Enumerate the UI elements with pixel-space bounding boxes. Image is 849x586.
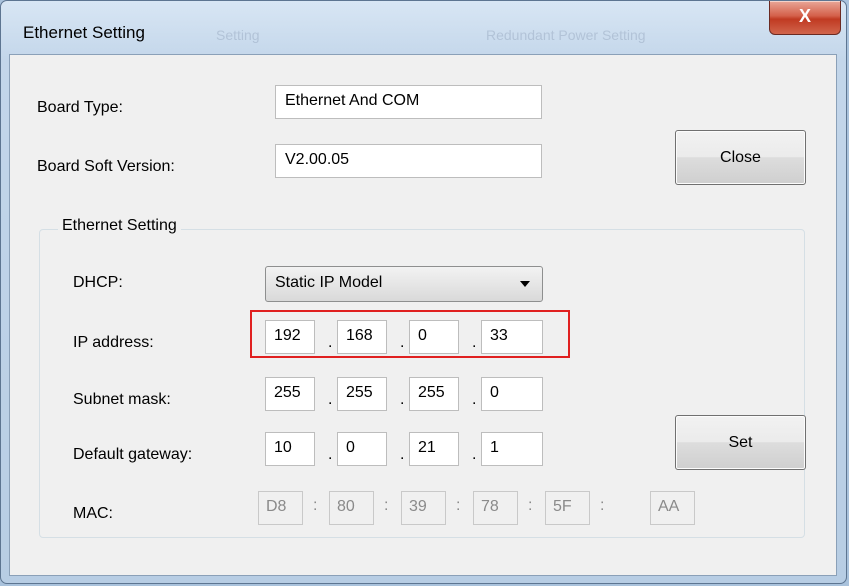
ethernet-group-title: Ethernet Setting xyxy=(58,217,181,235)
mask-dot-3: . xyxy=(472,391,477,408)
gateway-dot-3: . xyxy=(472,446,477,463)
mac-byte-2: 80 xyxy=(329,491,374,525)
mac-byte-1: D8 xyxy=(258,491,303,525)
window-title: Ethernet Setting xyxy=(23,23,145,42)
mac-byte-4: 78 xyxy=(473,491,518,525)
mac-colon-2: : xyxy=(384,497,389,514)
dhcp-label: DHCP: xyxy=(73,274,123,291)
mac-colon-5: : xyxy=(600,497,605,514)
mask-dot-2: . xyxy=(400,391,405,408)
ghost-tab-setting: Setting xyxy=(216,27,260,43)
ghost-tab-redundant-power: Redundant Power Setting xyxy=(486,27,646,43)
mac-byte-6: AA xyxy=(650,491,695,525)
window-close-button[interactable]: X xyxy=(769,1,841,35)
close-button[interactable]: Close xyxy=(675,130,806,185)
mask-octet-1[interactable]: 255 xyxy=(265,377,315,411)
board-type-label: Board Type: xyxy=(37,99,123,116)
gateway-dot-2: . xyxy=(400,446,405,463)
set-button[interactable]: Set xyxy=(675,415,806,470)
gateway-octet-4[interactable]: 1 xyxy=(481,432,543,466)
board-type-field[interactable]: Ethernet And COM xyxy=(275,85,542,119)
gateway-octet-1[interactable]: 10 xyxy=(265,432,315,466)
gateway-octet-2[interactable]: 0 xyxy=(337,432,387,466)
board-soft-version-label: Board Soft Version: xyxy=(37,158,175,175)
chevron-down-icon[interactable] xyxy=(520,281,530,287)
mask-octet-3[interactable]: 255 xyxy=(409,377,459,411)
mac-colon-1: : xyxy=(313,497,318,514)
title-bar[interactable]: Ethernet Setting Setting Redundant Power… xyxy=(1,1,846,55)
mask-octet-2[interactable]: 255 xyxy=(337,377,387,411)
ip-address-label: IP address: xyxy=(73,334,154,351)
board-soft-version-field[interactable]: V2.00.05 xyxy=(275,144,542,178)
gateway-dot-1: . xyxy=(328,446,333,463)
gateway-octet-3[interactable]: 21 xyxy=(409,432,459,466)
close-icon: X xyxy=(798,6,811,26)
dhcp-selected-value: Static IP Model xyxy=(275,274,383,291)
mac-label: MAC: xyxy=(73,505,113,522)
ip-address-highlight xyxy=(250,310,570,358)
mac-colon-3: : xyxy=(456,497,461,514)
dhcp-select[interactable]: Static IP Model xyxy=(265,266,543,302)
mac-byte-3: 39 xyxy=(401,491,446,525)
mac-colon-4: : xyxy=(528,497,533,514)
subnet-mask-label: Subnet mask: xyxy=(73,391,171,408)
default-gateway-label: Default gateway: xyxy=(73,446,193,463)
mac-byte-5: 5F xyxy=(545,491,590,525)
mask-octet-4[interactable]: 0 xyxy=(481,377,543,411)
mask-dot-1: . xyxy=(328,391,333,408)
